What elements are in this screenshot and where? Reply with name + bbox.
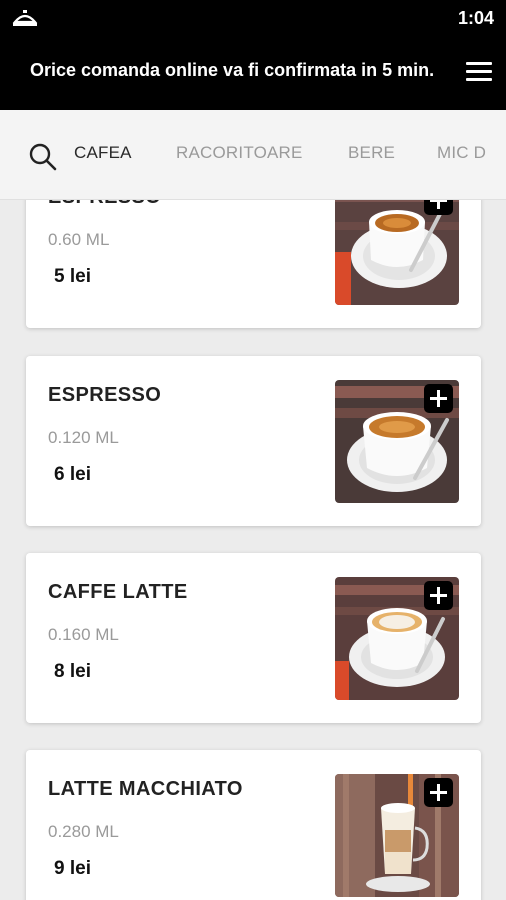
- product-card[interactable]: CAFFE LATTE 0.160 ML 8 lei: [26, 553, 481, 723]
- product-volume: 0.120 ML: [48, 428, 119, 447]
- add-to-cart-button[interactable]: [424, 581, 453, 610]
- add-to-cart-button[interactable]: [424, 200, 453, 215]
- tab-cafea[interactable]: CAFEA: [74, 143, 132, 163]
- product-card[interactable]: LATTE MACCHIATO 0.280 ML 9 lei: [26, 750, 481, 900]
- cloche-icon: [12, 10, 38, 26]
- product-card[interactable]: ESPRESSO 0.120 ML 6 lei: [26, 356, 481, 526]
- add-to-cart-button[interactable]: [424, 778, 453, 807]
- espresso-cup-photo: [335, 200, 459, 305]
- app-header: Orice comanda online va fi confirmata in…: [0, 36, 506, 110]
- product-price: 8 lei: [54, 661, 91, 682]
- category-tabs: CAFEA RACORITOARE BERE MIC D: [0, 110, 506, 200]
- product-volume: 0.60 ML: [48, 230, 110, 249]
- product-price: 9 lei: [54, 858, 91, 879]
- product-list: ESPRESSO 0.60 ML 5 lei ESPRESSO 0.120 ML…: [0, 200, 506, 900]
- status-time: 1:04: [457, 8, 494, 28]
- tab-bere[interactable]: BERE: [348, 143, 395, 163]
- product-name: CAFFE LATTE: [48, 581, 188, 603]
- add-to-cart-button[interactable]: [424, 384, 453, 413]
- product-volume: 0.280 ML: [48, 822, 119, 841]
- product-card[interactable]: ESPRESSO 0.60 ML 5 lei: [26, 200, 481, 328]
- status-bar: 1:04: [0, 0, 506, 36]
- product-volume: 0.160 ML: [48, 625, 119, 644]
- tab-racoritoare[interactable]: RACORITOARE: [176, 143, 303, 163]
- tab-mic-dejun[interactable]: MIC D: [437, 143, 486, 163]
- product-name: LATTE MACCHIATO: [48, 778, 243, 800]
- product-price: 6 lei: [54, 464, 91, 485]
- hamburger-menu-icon[interactable]: [464, 58, 494, 88]
- order-notice: Orice comanda online va fi confirmata in…: [30, 60, 435, 80]
- search-icon[interactable]: [28, 142, 58, 172]
- product-name: ESPRESSO: [48, 200, 161, 209]
- product-price: 5 lei: [54, 266, 91, 287]
- product-name: ESPRESSO: [48, 384, 162, 406]
